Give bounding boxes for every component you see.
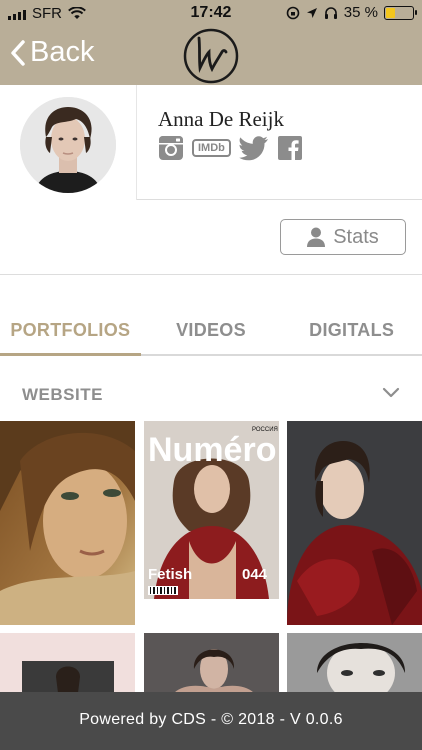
footer-text: Powered by CDS - © 2018 - V 0.0.6 bbox=[79, 711, 343, 728]
status-bar: SFR 17:42 35 % bbox=[0, 0, 422, 28]
chevron-left-icon bbox=[11, 39, 25, 66]
model-name: Anna De Reijk bbox=[158, 107, 284, 131]
imdb-label: IMDb bbox=[198, 142, 225, 154]
tab-videos[interactable]: VIDEOS bbox=[141, 300, 282, 354]
magazine-feature: Fetish bbox=[148, 566, 192, 583]
avatar bbox=[20, 97, 116, 193]
rotation-lock-icon bbox=[286, 6, 300, 19]
navigation-bar: Back bbox=[0, 28, 422, 85]
magazine-title: Numéro bbox=[148, 431, 276, 469]
magazine-badge: РОССИЯ bbox=[252, 427, 278, 433]
location-icon bbox=[306, 7, 317, 18]
footer: Powered by CDS - © 2018 - V 0.0.6 bbox=[0, 692, 422, 750]
facebook-icon[interactable] bbox=[277, 135, 303, 161]
photo-tile[interactable] bbox=[0, 633, 135, 693]
photo-tile[interactable] bbox=[287, 633, 422, 693]
back-button[interactable]: Back bbox=[10, 36, 94, 69]
battery-fill bbox=[386, 7, 396, 18]
stats-label: Stats bbox=[333, 225, 379, 248]
app-screen: SFR 17:42 35 % Back Anna De Reijk IMDb S… bbox=[0, 0, 422, 750]
section-title: WEBSITE bbox=[22, 385, 103, 404]
stats-button[interactable]: Stats bbox=[280, 219, 406, 255]
divider bbox=[137, 199, 422, 200]
tab-portfolios[interactable]: PORTFOLIOS bbox=[0, 300, 141, 356]
photo-tile[interactable] bbox=[287, 421, 422, 625]
battery-percent: 35 % bbox=[343, 4, 378, 21]
chevron-down-icon[interactable] bbox=[382, 387, 400, 399]
instagram-icon[interactable] bbox=[158, 135, 184, 161]
person-icon bbox=[307, 227, 326, 247]
status-right: 35 % bbox=[286, 4, 417, 21]
social-links: IMDb bbox=[158, 135, 303, 161]
photo-tile[interactable] bbox=[144, 633, 279, 693]
magazine-cover-tile[interactable]: Numéro РОССИЯ Fetish 044 bbox=[144, 421, 279, 599]
photo-tile[interactable] bbox=[0, 421, 135, 625]
tab-bar: PORTFOLIOS VIDEOS DIGITALS bbox=[0, 300, 422, 356]
imdb-icon[interactable]: IMDb bbox=[192, 139, 231, 157]
divider bbox=[0, 274, 422, 275]
header-bar: SFR 17:42 35 % Back bbox=[0, 0, 422, 85]
tab-digitals[interactable]: DIGITALS bbox=[281, 300, 422, 354]
magazine-issue: 044 bbox=[242, 566, 268, 583]
battery-icon bbox=[384, 5, 417, 20]
brand-logo-icon bbox=[183, 28, 239, 84]
portfolio-section-header[interactable]: WEBSITE bbox=[0, 375, 422, 417]
profile-section: Anna De Reijk IMDb Stats bbox=[0, 85, 422, 275]
headphones-icon bbox=[324, 7, 337, 19]
back-label: Back bbox=[30, 36, 95, 68]
twitter-icon[interactable] bbox=[238, 135, 269, 161]
